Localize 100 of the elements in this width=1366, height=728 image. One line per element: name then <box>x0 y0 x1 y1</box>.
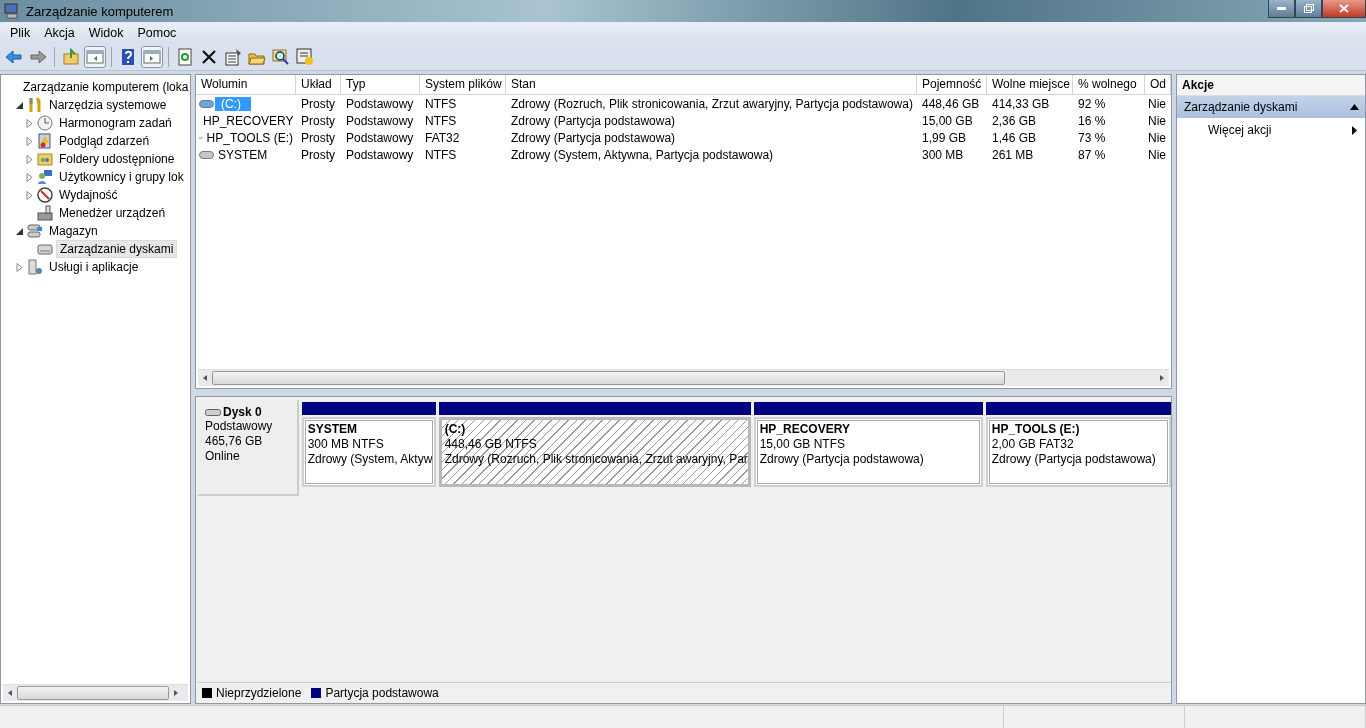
menu-item[interactable]: Akcja <box>37 26 82 40</box>
maximize-button[interactable] <box>1295 0 1322 18</box>
disk-drive-icon <box>37 241 53 257</box>
disk-size: 465,76 GB <box>205 434 264 449</box>
forward-icon <box>29 48 47 66</box>
column-header[interactable]: Od <box>1145 75 1171 94</box>
tree-item[interactable]: Podgląd zdarzeń <box>56 133 153 149</box>
table-cell-text: Nie <box>1147 147 1167 162</box>
shared-folder-icon <box>37 151 53 167</box>
clock-icon <box>37 115 53 131</box>
help-icon <box>119 48 137 66</box>
table-cell-text: 448,46 GB <box>921 96 981 111</box>
column-header[interactable]: Typ <box>341 75 420 94</box>
folder-up-button[interactable] <box>60 46 82 68</box>
back-icon <box>5 48 23 66</box>
collapse-arrow-icon[interactable] <box>15 100 24 110</box>
column-header[interactable]: Stan <box>506 75 917 94</box>
table-cell-text: Podstawowy <box>345 96 415 111</box>
window-title: Zarządzanie komputerem <box>26 3 174 19</box>
table-cell-text: 300 MB <box>921 147 965 162</box>
tree-item[interactable]: Użytkownicy i grupy lok <box>56 169 187 185</box>
action-pane-icon <box>143 48 161 66</box>
tools-icon <box>27 97 43 113</box>
properties-button[interactable] <box>222 46 244 68</box>
horizontal-scrollbar[interactable] <box>198 369 1169 386</box>
table-cell-text: Podstawowy <box>345 113 415 128</box>
close-icon <box>1339 4 1349 13</box>
tree-item[interactable]: Usługi i aplikacje <box>46 259 142 275</box>
disk-type: Podstawowy <box>205 419 274 434</box>
expand-arrow-icon[interactable] <box>25 136 34 146</box>
column-header[interactable]: Wolne miejsce <box>987 75 1073 94</box>
section-title: Zarządzanie dyskami <box>1184 100 1298 114</box>
partition-block[interactable]: (C:) 448,46 GB NTFS Zdrowy (Rozruch, Plik stronicowania, Zrzut awaryjny, Par <box>438 417 751 487</box>
collapse-arrow-icon[interactable] <box>1350 104 1359 110</box>
legend-label: Nieprzydzielone <box>216 686 302 700</box>
tree-item[interactable]: Wydajność <box>56 187 121 203</box>
partition-name: (C:) <box>444 422 467 437</box>
legend-label: Partycja podstawowa <box>325 686 439 700</box>
users-icon <box>37 169 53 185</box>
partition-name: HP_TOOLS (E:) <box>991 422 1081 437</box>
event-log-icon <box>37 133 53 149</box>
table-cell-text: Nie <box>1147 96 1167 111</box>
action-link[interactable]: Więcej akcji <box>1208 123 1272 137</box>
partition-block[interactable]: HP_RECOVERY 15,00 GB NTFS Zdrowy (Partycja podstawowa) <box>753 417 983 487</box>
column-header[interactable]: Pojemność <box>917 75 987 94</box>
search-icon <box>272 48 290 66</box>
table-cell-text: 1,99 GB <box>921 130 968 145</box>
column-header[interactable]: % wolnego <box>1073 75 1145 94</box>
tree-item[interactable]: Harmonogram zadań <box>56 115 175 131</box>
disk-status: Online <box>205 449 241 464</box>
table-cell-text: Nie <box>1147 113 1167 128</box>
minimize-button[interactable] <box>1268 0 1295 18</box>
expand-arrow-icon[interactable] <box>25 154 34 164</box>
column-header[interactable]: System plików <box>420 75 506 94</box>
menu-item[interactable]: Pomoc <box>130 26 184 40</box>
restore-icon <box>1303 4 1314 13</box>
partition-status: Zdrowy (Partycja podstawowa) <box>991 452 1157 467</box>
volume-name[interactable]: SYSTEM <box>215 147 271 162</box>
submenu-arrow-icon <box>1352 125 1357 135</box>
volume-name[interactable]: HP_TOOLS (E:) <box>203 130 296 145</box>
partition-block[interactable]: HP_TOOLS (E:) 2,00 GB FAT32 Zdrowy (Partycja podstawowa) <box>985 417 1171 487</box>
tree-item[interactable]: Magazyn <box>46 223 101 239</box>
table-cell-text: Zdrowy (System, Aktywna, Partycja podstawowa) <box>510 147 775 162</box>
table-cell-text: Podstawowy <box>345 147 415 162</box>
close-button[interactable] <box>1322 0 1366 18</box>
computer-icon <box>4 3 20 19</box>
tree-pane-button[interactable] <box>84 46 106 68</box>
expand-arrow-icon[interactable] <box>25 190 34 200</box>
expand-arrow-icon[interactable] <box>25 172 34 182</box>
folder-up-icon <box>62 48 80 66</box>
table-cell-text: NTFS <box>424 113 458 128</box>
drive-icon <box>199 149 214 160</box>
tree-item[interactable]: Narzędzia systemowe <box>46 97 170 113</box>
disk-name: Dysk 0 <box>223 405 262 419</box>
table-cell-text: Podstawowy <box>345 130 415 145</box>
expand-arrow-icon[interactable] <box>25 118 34 128</box>
partition-size: 2,00 GB FAT32 <box>991 437 1075 452</box>
table-cell-text: Prosty <box>300 113 336 128</box>
column-header[interactable]: Wolumin <box>196 75 296 94</box>
disk-drive-icon <box>205 407 221 417</box>
partition-size: 300 MB NTFS <box>307 437 385 452</box>
actions-section[interactable]: Zarządzanie dyskami <box>1177 96 1365 118</box>
expand-arrow-icon[interactable] <box>15 262 24 272</box>
partition-size: 448,46 GB NTFS <box>444 437 538 452</box>
partition-status: Zdrowy (System, Aktyw <box>307 452 430 467</box>
volume-name[interactable]: HP_RECOVERY <box>200 113 297 128</box>
table-cell-text: Zdrowy (Partycja podstawowa) <box>510 113 677 128</box>
menu-item[interactable]: Widok <box>81 26 131 40</box>
tree-item[interactable]: Zarządzanie dyskami <box>56 240 178 258</box>
collapse-arrow-icon[interactable] <box>15 226 24 236</box>
tree-item[interactable]: Zarządzanie komputerem (loka <box>20 79 190 95</box>
table-cell-text: 1,46 GB <box>991 130 1038 145</box>
horizontal-scrollbar[interactable] <box>3 684 188 701</box>
actions-header: Akcje <box>1177 75 1365 96</box>
tree-item[interactable]: Menedżer urządzeń <box>56 205 169 221</box>
partition-block[interactable]: SYSTEM 300 MB NTFS Zdrowy (System, Aktyw <box>301 417 436 487</box>
tree-item[interactable]: Foldery udostępnione <box>56 151 178 167</box>
column-header[interactable]: Układ <box>296 75 341 94</box>
properties-icon <box>224 48 242 66</box>
menu-item[interactable]: Plik <box>3 26 38 40</box>
